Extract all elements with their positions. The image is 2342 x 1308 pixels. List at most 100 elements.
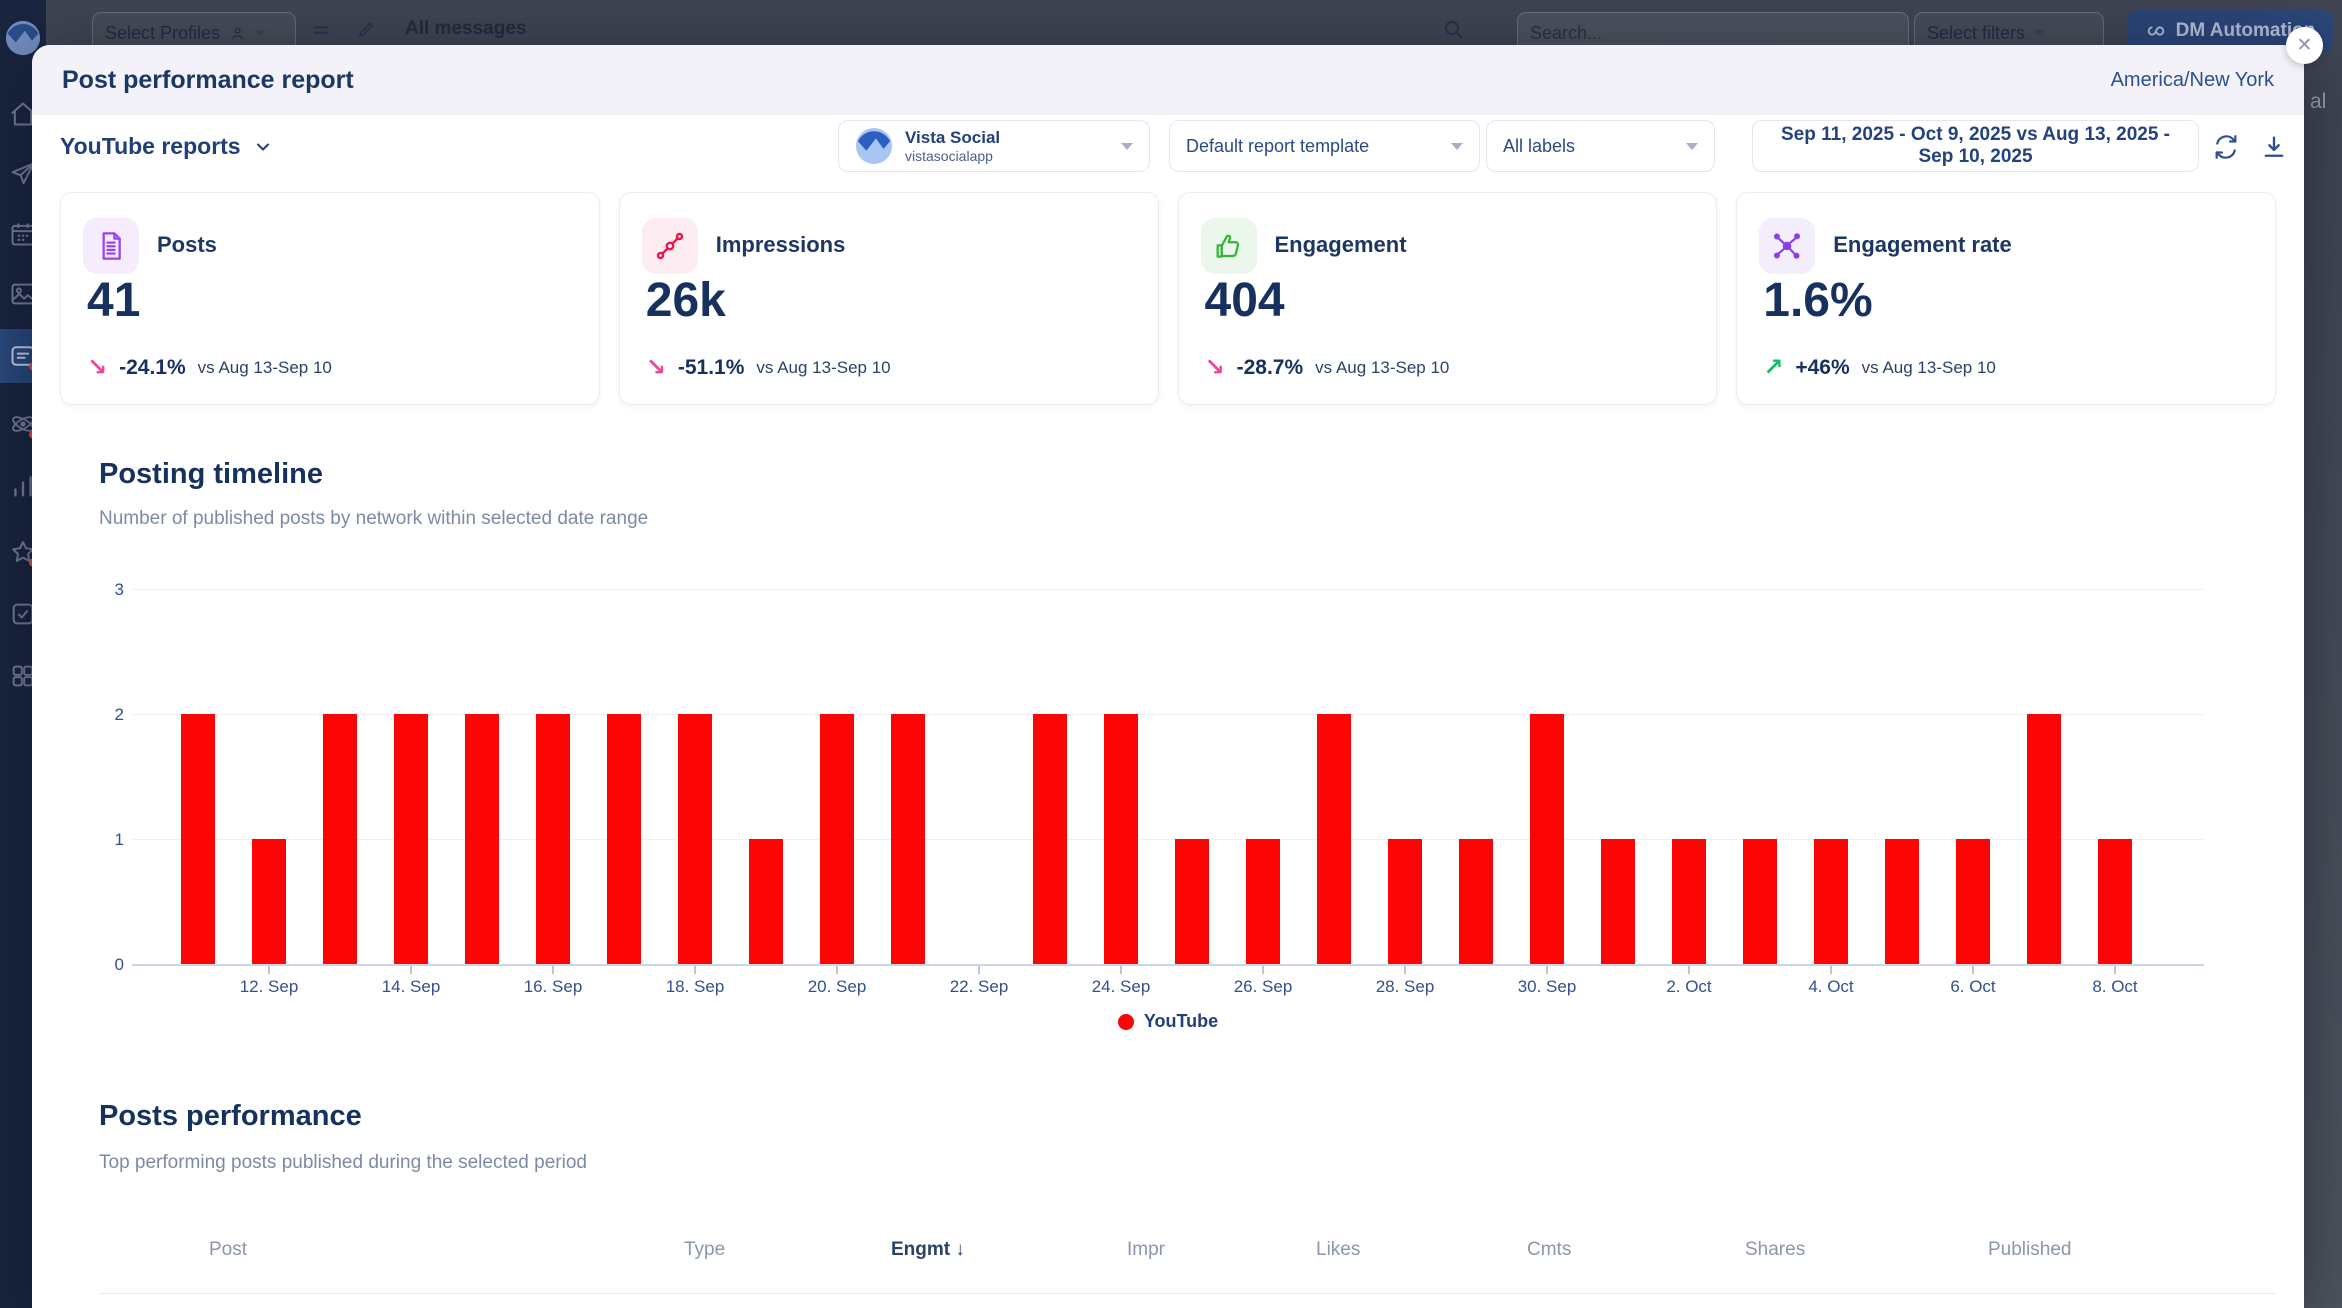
posts-performance-subtitle: Top performing posts published during th… — [99, 1152, 587, 1174]
chevron-down-icon — [536, 26, 546, 32]
bar-oct-4 — [1814, 839, 1848, 964]
labels-select[interactable]: All labels — [1486, 120, 1715, 172]
all-messages-dropdown[interactable]: All messages — [405, 18, 546, 40]
card-title: Impressions — [716, 232, 846, 258]
bar-sep-26 — [1246, 839, 1280, 964]
x-axis-tick — [1688, 966, 1690, 974]
column-header-likes[interactable]: Likes — [1316, 1239, 1360, 1261]
bar-sep-16 — [536, 714, 570, 964]
delta-compare: vs Aug 13-Sep 10 — [756, 358, 890, 378]
delta-compare: vs Aug 13-Sep 10 — [198, 358, 332, 378]
x-axis-label: 26. Sep — [1198, 977, 1328, 997]
modal-header: Post performance report America/New York — [32, 45, 2304, 115]
bar-sep-23 — [1033, 714, 1067, 964]
trend-up-icon: ↗ — [1763, 353, 1783, 382]
profile-select[interactable]: Vista Social vistasocialapp — [838, 120, 1150, 172]
card-title: Posts — [157, 232, 217, 258]
report-template-select[interactable]: Default report template — [1169, 120, 1480, 172]
date-range-value: Sep 11, 2025 - Oct 9, 2025 vs Aug 13, 20… — [1769, 124, 2182, 168]
bar-sep-20 — [820, 714, 854, 964]
column-header-type[interactable]: Type — [684, 1239, 725, 1261]
close-button[interactable]: ✕ — [2286, 27, 2323, 64]
x-axis-label: 30. Sep — [1482, 977, 1612, 997]
date-range-picker[interactable]: Sep 11, 2025 - Oct 9, 2025 vs Aug 13, 20… — [1752, 120, 2199, 172]
x-axis-tick — [978, 966, 980, 974]
bar-oct-6 — [1956, 839, 1990, 964]
x-axis-label: 28. Sep — [1340, 977, 1470, 997]
search-icon — [1442, 18, 1466, 42]
chevron-down-icon — [255, 30, 265, 36]
x-axis-tick — [836, 966, 838, 974]
y-axis-label: 2 — [90, 705, 124, 725]
bar-sep-17 — [607, 714, 641, 964]
x-axis-label: 20. Sep — [772, 977, 902, 997]
caret-down-icon — [1121, 143, 1133, 150]
bar-sep-15 — [465, 714, 499, 964]
card-value: 26k — [646, 273, 726, 328]
x-axis-label: 12. Sep — [204, 977, 334, 997]
document-icon — [83, 218, 139, 274]
x-axis-label: 4. Oct — [1766, 977, 1896, 997]
column-header-cmts[interactable]: Cmts — [1527, 1239, 1571, 1261]
automation-loop-icon — [2145, 20, 2167, 42]
card-delta: ↘ -28.7% vs Aug 13-Sep 10 — [1205, 353, 1450, 382]
column-header-impr[interactable]: Impr — [1127, 1239, 1165, 1261]
hamburger-icon[interactable] — [310, 20, 332, 42]
vista-social-logo — [855, 127, 893, 165]
caret-down-icon — [1451, 143, 1463, 150]
bar-sep-27 — [1317, 714, 1351, 964]
column-header-engmt[interactable]: Engmt ↓ — [891, 1239, 965, 1261]
chevron-down-icon — [253, 137, 273, 157]
post-performance-report-modal: Post performance report America/New York… — [32, 45, 2304, 1308]
profile-name: Vista Social — [905, 128, 1121, 148]
chevron-down-icon — [2034, 30, 2044, 36]
bar-oct-2 — [1672, 839, 1706, 964]
chart-legend[interactable]: YouTube — [32, 1011, 2304, 1032]
gridline — [132, 589, 2204, 590]
bar-oct-8 — [2098, 839, 2132, 964]
x-axis-label: 8. Oct — [2050, 977, 2180, 997]
bar-oct-5 — [1885, 839, 1919, 964]
x-axis-label: 6. Oct — [1908, 977, 2038, 997]
trend-down-icon: ↘ — [1205, 353, 1225, 382]
card-value: 41 — [87, 273, 140, 328]
posting-timeline-chart: YouTube 012312. Sep14. Sep16. Sep18. Sep… — [32, 575, 2304, 1055]
posting-timeline-subtitle: Number of published posts by network wit… — [99, 508, 648, 530]
delta-compare: vs Aug 13-Sep 10 — [1315, 358, 1449, 378]
table-divider — [99, 1293, 2276, 1294]
column-header-shares[interactable]: Shares — [1745, 1239, 1805, 1261]
x-axis-label: 18. Sep — [630, 977, 760, 997]
engagement-rate-card: Engagement rate 1.6% ↗ +46% vs Aug 13-Se… — [1736, 192, 2276, 405]
x-axis-tick — [2114, 966, 2116, 974]
trend-down-icon: ↘ — [646, 353, 666, 382]
column-header-post[interactable]: Post — [209, 1239, 247, 1261]
report-type-label: YouTube reports — [60, 133, 241, 160]
search-placeholder: Search... — [1530, 23, 1602, 44]
bar-sep-28 — [1388, 839, 1422, 964]
column-header-published[interactable]: Published — [1988, 1239, 2071, 1261]
x-axis-label: 24. Sep — [1056, 977, 1186, 997]
x-axis-tick — [268, 966, 270, 974]
background-topbar: Select Profiles All messages Search... S… — [46, 0, 2342, 46]
x-axis-tick — [1262, 966, 1264, 974]
profile-text: Vista Social vistasocialapp — [905, 128, 1121, 165]
timezone-label: America/New York — [2111, 69, 2274, 92]
bar-sep-19 — [749, 839, 783, 964]
refresh-icon — [2212, 133, 2240, 161]
bar-sep-29 — [1459, 839, 1493, 964]
background-text-fragment: al — [2310, 90, 2326, 114]
y-axis-label: 0 — [90, 955, 124, 975]
bar-sep-13 — [323, 714, 357, 964]
report-type-dropdown[interactable]: YouTube reports — [60, 133, 273, 160]
share-network-icon — [1759, 218, 1815, 274]
refresh-button[interactable] — [2210, 131, 2242, 163]
person-icon — [229, 25, 246, 42]
card-delta: ↘ -24.1% vs Aug 13-Sep 10 — [87, 353, 332, 382]
bar-sep-18 — [678, 714, 712, 964]
card-delta: ↗ +46% vs Aug 13-Sep 10 — [1763, 353, 1996, 382]
nodes-icon — [642, 218, 698, 274]
compose-icon[interactable] — [356, 20, 376, 40]
x-axis-tick — [1404, 966, 1406, 974]
y-axis-label: 3 — [90, 580, 124, 600]
download-button[interactable] — [2258, 131, 2290, 163]
